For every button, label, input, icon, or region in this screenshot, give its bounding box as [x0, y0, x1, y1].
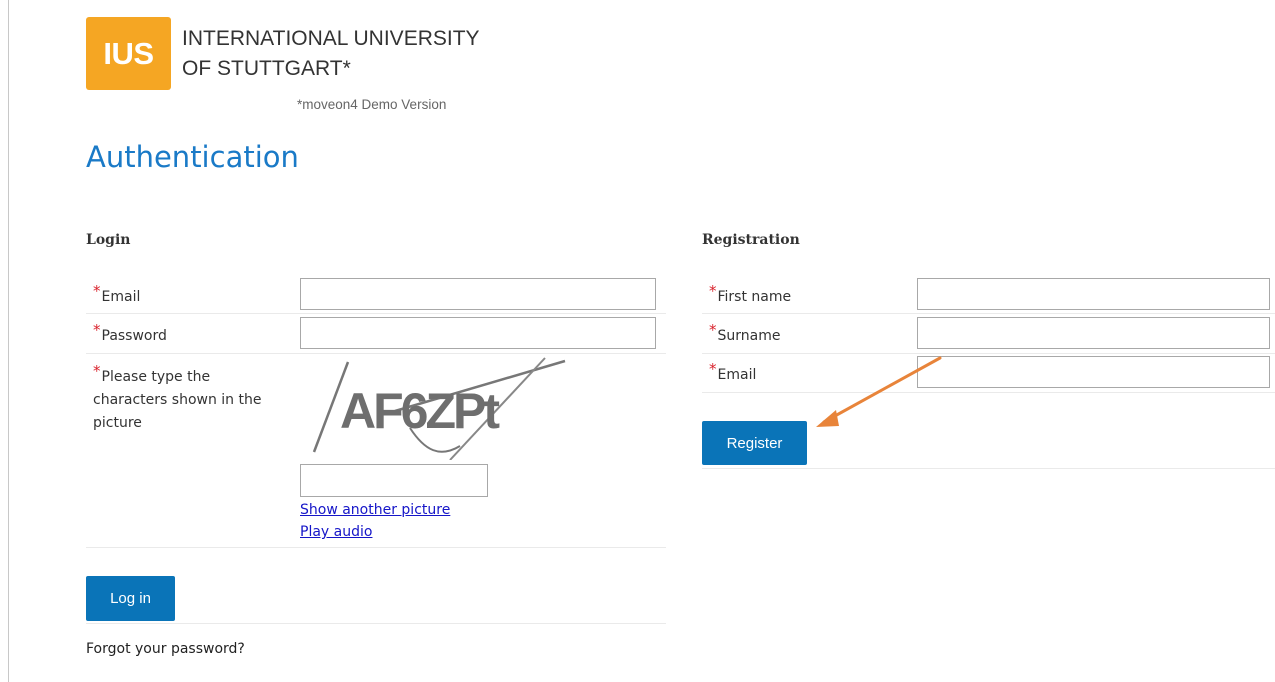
login-password-label-text: Password — [101, 328, 167, 344]
reg-first-name-label-text: First name — [717, 289, 792, 305]
reg-email-input[interactable] — [917, 356, 1270, 388]
register-button[interactable]: Register — [702, 421, 807, 465]
login-email-label-text: Email — [101, 289, 141, 305]
login-password-input[interactable] — [300, 317, 656, 349]
captcha-image: AF6ZPt — [312, 357, 566, 460]
university-name-line2: OF STUTTGART* — [182, 57, 351, 80]
registration-section-title: Registration — [702, 232, 800, 248]
captcha-input[interactable] — [300, 464, 488, 497]
reg-email-label-text: Email — [717, 367, 757, 383]
required-marker: * — [709, 360, 717, 378]
required-marker: * — [93, 362, 101, 380]
university-name-line1: INTERNATIONAL UNIVERSITY — [182, 27, 480, 50]
captcha-text: AF6ZPt — [340, 383, 500, 439]
required-marker: * — [709, 321, 717, 339]
logo-text: IUS — [103, 35, 154, 71]
reg-surname-label-text: Surname — [717, 328, 781, 344]
demo-version-note: *moveon4 Demo Version — [297, 97, 447, 112]
page-border — [8, 0, 9, 682]
required-marker: * — [93, 321, 101, 339]
reg-first-name-label: *First name — [709, 282, 792, 307]
login-email-input[interactable] — [300, 278, 656, 310]
required-marker: * — [93, 282, 101, 300]
login-email-label: *Email — [93, 282, 141, 307]
reg-email-label: *Email — [709, 360, 757, 385]
reg-first-name-input[interactable] — [917, 278, 1270, 310]
forgot-password-link[interactable]: Forgot your password? — [86, 641, 245, 657]
show-another-picture-link[interactable]: Show another picture — [300, 502, 450, 518]
captcha-label-text: Please type the characters shown in the … — [93, 369, 262, 431]
reg-surname-label: *Surname — [709, 321, 781, 346]
reg-surname-input[interactable] — [917, 317, 1270, 349]
authentication-page: IUS INTERNATIONAL UNIVERSITY OF STUTTGAR… — [0, 0, 1275, 682]
login-button[interactable]: Log in — [86, 576, 175, 621]
arrow-pointer-icon — [816, 356, 942, 427]
login-section-title: Login — [86, 232, 131, 248]
play-audio-link[interactable]: Play audio — [300, 524, 372, 540]
login-password-label: *Password — [93, 321, 167, 346]
required-marker: * — [709, 282, 717, 300]
university-logo: IUS — [86, 17, 171, 90]
captcha-label: *Please type the characters shown in the… — [93, 362, 283, 435]
page-title: Authentication — [86, 140, 299, 174]
